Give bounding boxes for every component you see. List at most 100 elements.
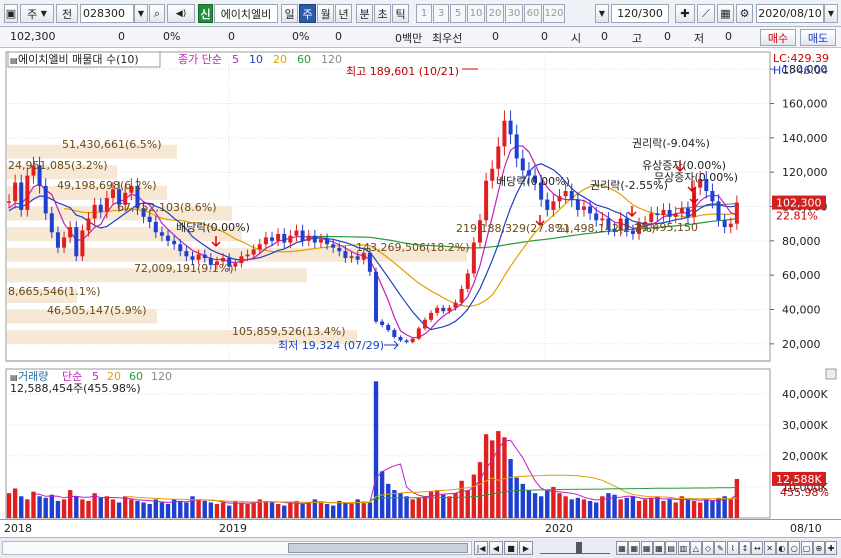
volume-bar[interactable] [618, 499, 623, 518]
grid-button[interactable]: ▦ [717, 4, 734, 23]
volume-bar[interactable] [55, 500, 61, 518]
candle-body[interactable] [673, 213, 678, 217]
scroll-thumb[interactable] [288, 543, 468, 553]
volume-bar[interactable] [502, 437, 507, 518]
candle-body[interactable] [318, 239, 323, 243]
candle-body[interactable] [233, 263, 238, 267]
volume-bar[interactable] [288, 502, 293, 518]
market-select[interactable]: ▣ [4, 4, 18, 23]
volume-bar[interactable] [514, 477, 519, 518]
zoom-slider[interactable] [540, 542, 610, 554]
candle-body[interactable] [392, 330, 397, 337]
volume-bar[interactable] [208, 502, 214, 518]
candle-body[interactable] [147, 216, 152, 222]
volume-bar[interactable] [159, 502, 165, 518]
volume-bar[interactable] [104, 496, 110, 518]
candle-body[interactable] [722, 220, 727, 228]
candle-body[interactable] [62, 237, 67, 248]
candle-body[interactable] [196, 254, 201, 260]
date-input[interactable]: 2020/08/10 [756, 4, 824, 23]
tool-icon-17[interactable]: ✚ [825, 541, 838, 555]
candle-body[interactable] [282, 233, 287, 243]
candle-body[interactable] [190, 256, 195, 260]
period-tab-5[interactable]: 초 [374, 4, 391, 23]
sell-button[interactable]: 매도 [800, 29, 836, 46]
volume-bar[interactable] [441, 494, 446, 518]
candle-body[interactable] [655, 213, 660, 216]
volume-bar[interactable] [318, 502, 324, 518]
volume-bar[interactable] [667, 499, 672, 518]
tool-icon-13[interactable]: ◐ [775, 541, 788, 555]
candle-body[interactable] [569, 191, 574, 200]
volume-bar[interactable] [110, 499, 116, 518]
crosshair-button[interactable]: ✚ [675, 4, 695, 23]
candle-body[interactable] [166, 235, 171, 241]
candle-body[interactable] [380, 321, 385, 325]
candle-body[interactable] [557, 196, 562, 202]
volume-bar[interactable] [31, 491, 36, 518]
volume-bar[interactable] [367, 502, 373, 518]
line-tool-button[interactable]: ⟋ [697, 4, 715, 23]
candle-body[interactable] [104, 197, 109, 212]
minute-tab-10[interactable]: 10 [467, 4, 485, 23]
volume-bar[interactable] [12, 488, 18, 518]
volume-bar[interactable] [214, 504, 220, 518]
tool-icon-5[interactable]: ▥ [677, 541, 690, 555]
count-dropdown[interactable]: ▼ [595, 4, 609, 23]
volume-bar[interactable] [251, 502, 256, 518]
volume-bar[interactable] [649, 497, 654, 518]
minute-tab-5[interactable]: 5 [450, 4, 466, 23]
volume-bar[interactable] [147, 504, 152, 518]
candle-body[interactable] [306, 235, 311, 241]
horizontal-scrollbar[interactable] [2, 541, 472, 555]
period-tab-6[interactable]: 틱 [392, 4, 409, 23]
volume-bar[interactable] [642, 499, 648, 518]
candle-body[interactable] [465, 273, 470, 289]
candle-body[interactable] [441, 307, 446, 312]
scroll-left-end-button[interactable]: |◀ [474, 541, 488, 555]
volume-bar[interactable] [483, 434, 489, 518]
volume-bar[interactable] [710, 500, 715, 518]
candle-body[interactable] [600, 218, 605, 221]
candle-body[interactable] [484, 180, 489, 221]
candle-body[interactable] [80, 230, 85, 257]
volume-bar[interactable] [392, 490, 397, 518]
zoom-slider-handle[interactable] [576, 542, 582, 554]
volume-bar[interactable] [178, 500, 183, 518]
candle-body[interactable] [19, 182, 24, 210]
candle-body[interactable] [294, 230, 299, 236]
candle-body[interactable] [545, 199, 550, 210]
stop-button[interactable]: ■ [504, 541, 518, 555]
candle-body[interactable] [410, 338, 415, 343]
candle-body[interactable] [422, 319, 427, 329]
volume-bar[interactable] [416, 497, 422, 518]
volume-bar[interactable] [300, 504, 305, 518]
candle-body[interactable] [386, 324, 391, 331]
date-dropdown[interactable]: ▼ [824, 4, 838, 23]
market-dropdown[interactable]: 주 ▼ [20, 4, 54, 23]
search-button[interactable]: ⌕ [149, 4, 165, 23]
volume-bar[interactable] [324, 504, 330, 518]
candle-body[interactable] [239, 256, 244, 264]
volume-bar[interactable] [545, 490, 550, 518]
candle-body[interactable] [710, 191, 715, 202]
candle-body[interactable] [734, 202, 739, 224]
volume-bar[interactable] [80, 499, 85, 518]
candle-body[interactable] [416, 328, 421, 339]
period-tab-3[interactable]: 년 [335, 4, 352, 23]
candle-body[interactable] [202, 254, 207, 258]
tool-icon-2[interactable]: ▦ [640, 541, 653, 555]
candle-body[interactable] [263, 237, 268, 245]
volume-bar[interactable] [220, 502, 226, 518]
volume-bar[interactable] [67, 490, 73, 518]
buy-button[interactable]: 매수 [760, 29, 796, 46]
candle-body[interactable] [728, 223, 733, 228]
volume-bar[interactable] [398, 493, 403, 518]
candle-body[interactable] [429, 312, 434, 320]
volume-bar[interactable] [496, 431, 501, 518]
volume-bar[interactable] [184, 502, 189, 518]
candle-body[interactable] [55, 232, 60, 248]
volume-bar[interactable] [624, 497, 629, 518]
volume-bar[interactable] [202, 500, 207, 518]
volume-bar[interactable] [49, 494, 55, 518]
